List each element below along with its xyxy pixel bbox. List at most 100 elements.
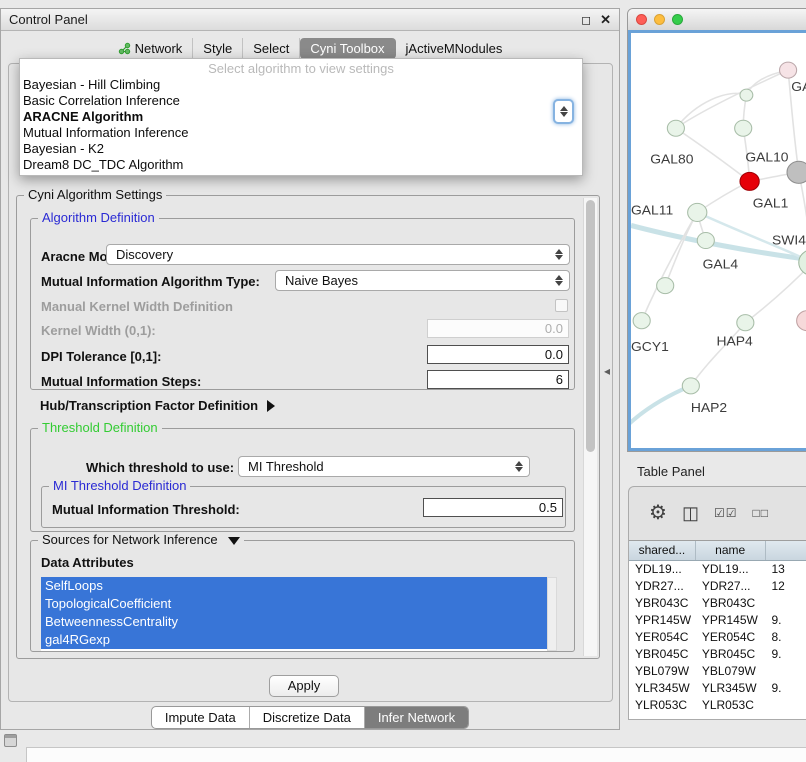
manual-kernel-label: Manual Kernel Width Definition — [41, 299, 233, 314]
mi-steps-field[interactable]: 6 — [427, 370, 569, 389]
dpi-tolerance-field[interactable]: 0.0 — [427, 345, 569, 364]
minimize-traffic-light-icon[interactable] — [654, 14, 665, 25]
network-node[interactable] — [780, 62, 797, 78]
tab-style[interactable]: Style — [193, 38, 243, 59]
table-row[interactable]: YLR345WYLR345W9. — [629, 680, 806, 697]
algorithm-dropdown-popup: Select algorithm to view settings Bayesi… — [19, 58, 583, 176]
network-node[interactable] — [633, 313, 650, 329]
column-header[interactable] — [766, 541, 806, 560]
table-cell: YLR345W — [629, 680, 696, 697]
network-node[interactable] — [799, 250, 806, 276]
network-node[interactable] — [737, 315, 754, 331]
algorithm-option[interactable]: Dream8 DC_TDC Algorithm — [20, 157, 582, 173]
apply-button[interactable]: Apply — [269, 675, 339, 697]
algorithm-option[interactable]: Bayesian - K2 — [20, 141, 582, 157]
chevron-right-icon — [267, 400, 275, 412]
mi-threshold-label: Mutual Information Threshold: — [52, 502, 240, 517]
algorithm-option[interactable]: Mutual Information Inference — [20, 125, 582, 141]
tab-discretize-data[interactable]: Discretize Data — [249, 707, 364, 728]
table-row[interactable]: YBL079WYBL079W — [629, 663, 806, 680]
network-edge[interactable] — [676, 70, 788, 128]
table-cell: YLR053C — [629, 697, 696, 714]
table-row[interactable]: YPR145WYPR145W9. — [629, 612, 806, 629]
attribute-list-item[interactable]: gal4RGexp — [41, 631, 547, 649]
column-header[interactable]: name — [696, 541, 766, 560]
panel-tabs: Network Style Select Cyni Toolbox jActiv… — [1, 38, 619, 59]
table-cell: 8. — [765, 629, 806, 646]
network-edge[interactable] — [665, 212, 697, 285]
network-node[interactable] — [787, 161, 806, 183]
network-node[interactable] — [740, 89, 753, 101]
table-cell: YPR145W — [696, 612, 766, 629]
float-window-icon[interactable]: ◻ — [581, 14, 591, 26]
hub-definition-toggle[interactable]: Hub/Transcription Factor Definition — [40, 398, 275, 413]
tab-network[interactable]: Network — [108, 38, 194, 59]
aracne-mode-select[interactable]: Discovery — [106, 244, 570, 265]
tab-select[interactable]: Select — [243, 38, 300, 59]
settings-scrollbar[interactable] — [583, 198, 597, 656]
gear-icon[interactable]: ⚙ — [649, 503, 667, 523]
network-node[interactable] — [682, 378, 699, 394]
columns-icon[interactable]: ◫ — [682, 504, 699, 522]
network-canvas-area[interactable]: GALGAL80GAL10GAL1GAL11SWI4GAL4GCY1HAP4HA… — [628, 30, 806, 451]
data-attributes-list[interactable]: SelfLoopsTopologicalCoefficientBetweenne… — [41, 577, 547, 651]
table-cell: 13 — [765, 561, 806, 578]
attributes-scrollbar[interactable] — [547, 577, 557, 651]
network-edge[interactable] — [676, 93, 747, 128]
manual-kernel-checkbox[interactable] — [555, 299, 568, 312]
table-cell: 9. — [765, 612, 806, 629]
network-edge[interactable] — [691, 323, 745, 386]
cyni-algorithm-settings-group: Cyni Algorithm Settings Algorithm Defini… — [16, 195, 600, 659]
tab-cyni-toolbox[interactable]: Cyni Toolbox — [300, 38, 395, 59]
zoom-traffic-light-icon[interactable] — [672, 14, 683, 25]
network-node[interactable] — [735, 120, 752, 136]
select-all-checkboxes-icon[interactable]: ☑☑ — [714, 507, 738, 519]
table-row[interactable]: YDR27...YDR27...12 — [629, 578, 806, 595]
node-label: GCY1 — [631, 339, 669, 354]
mi-threshold-field[interactable]: 0.5 — [423, 498, 563, 517]
table-row[interactable]: YLR053CYLR053C — [629, 697, 806, 714]
panel-splitter-handle[interactable]: ◂ — [604, 364, 610, 378]
tab-impute-data[interactable]: Impute Data — [152, 707, 249, 728]
network-node[interactable] — [797, 311, 806, 331]
which-threshold-label: Which threshold to use: — [86, 460, 234, 475]
network-node[interactable] — [740, 172, 759, 190]
algorithm-combo-stepper[interactable] — [553, 99, 574, 124]
tab-infer-network[interactable]: Infer Network — [364, 707, 468, 728]
node-label: GAL80 — [650, 152, 693, 167]
attribute-list-item[interactable]: SelfLoops — [41, 577, 547, 595]
attribute-list-item[interactable]: BetweennessCentrality — [41, 613, 547, 631]
control-panel-titlebar: Control Panel ◻ ✕ — [1, 9, 619, 31]
attribute-list-item[interactable]: TopologicalCoefficient — [41, 595, 547, 613]
close-icon[interactable]: ✕ — [600, 14, 611, 26]
table-cell: YBR043C — [629, 595, 696, 612]
network-edge[interactable] — [745, 263, 806, 323]
column-header[interactable]: shared... — [629, 541, 696, 560]
mi-type-select[interactable]: Naive Bayes — [275, 270, 570, 291]
sources-toggle[interactable]: Sources for Network Inference — [38, 532, 244, 547]
network-edge[interactable] — [631, 386, 691, 426]
mi-type-label: Mutual Information Algorithm Type: — [41, 274, 260, 289]
scrollbar-thumb[interactable] — [586, 200, 595, 452]
table-row[interactable]: YBR043CYBR043C — [629, 595, 806, 612]
kernel-width-field[interactable]: 0.0 — [427, 319, 569, 338]
table-row[interactable]: YER054CYER054C8. — [629, 629, 806, 646]
network-edge[interactable] — [799, 172, 806, 262]
network-node[interactable] — [667, 120, 684, 136]
deselect-all-checkboxes-icon[interactable]: □□ — [752, 507, 769, 519]
network-node[interactable] — [688, 203, 707, 221]
table-toolbar: ⚙ ◫ ☑☑ □□ — [629, 487, 806, 539]
close-traffic-light-icon[interactable] — [636, 14, 647, 25]
tab-jactivemnodules[interactable]: jActiveMNodules — [396, 38, 513, 59]
network-node[interactable] — [697, 232, 714, 248]
collapsed-panel-icon[interactable] — [4, 734, 17, 747]
algorithm-option[interactable]: Basic Correlation Inference — [20, 93, 582, 109]
table-cell: YLR345W — [696, 680, 766, 697]
which-threshold-select[interactable]: MI Threshold — [238, 456, 530, 477]
table-cell: 9. — [765, 646, 806, 663]
table-row[interactable]: YBR045CYBR045C9. — [629, 646, 806, 663]
table-row[interactable]: YDL19...YDL19...13 — [629, 561, 806, 578]
algorithm-option[interactable]: ARACNE Algorithm — [20, 109, 582, 125]
algorithm-option[interactable]: Bayesian - Hill Climbing — [20, 77, 582, 93]
network-node[interactable] — [657, 278, 674, 294]
